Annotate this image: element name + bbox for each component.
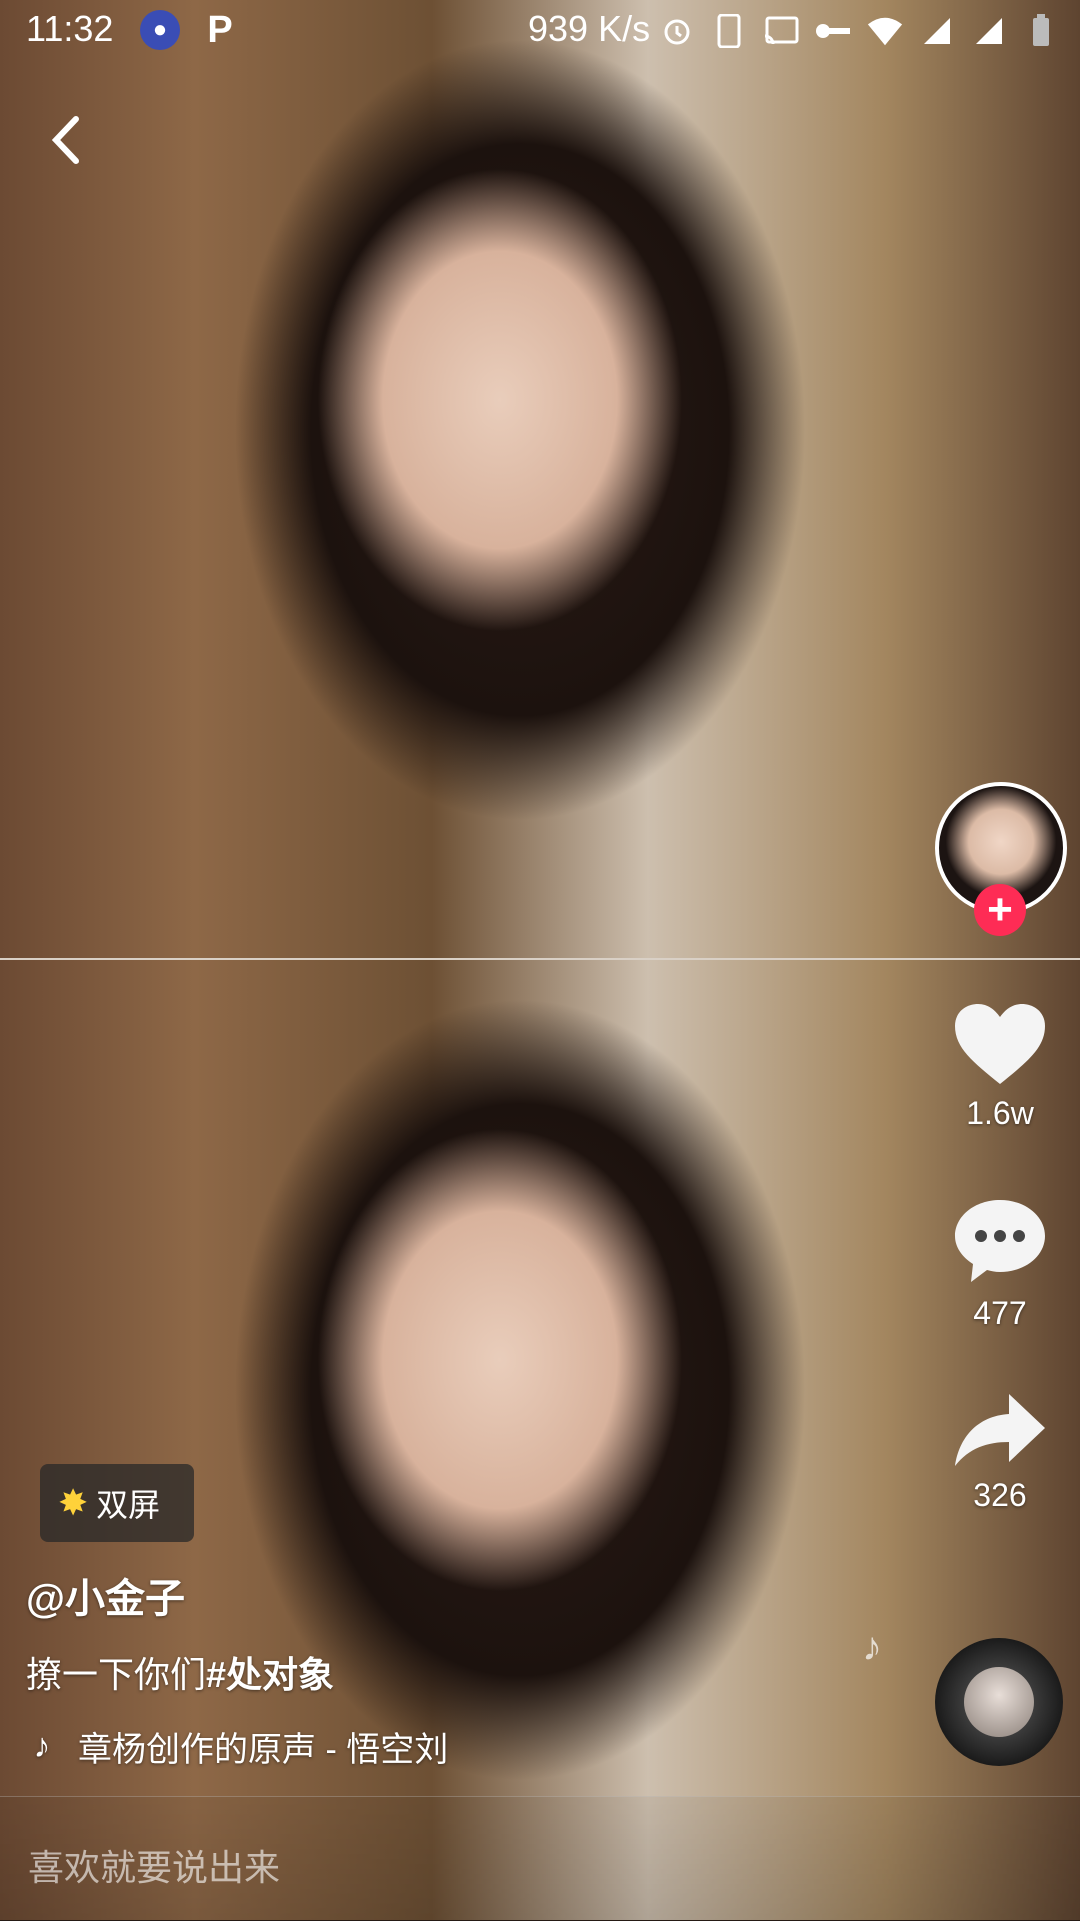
p-app-icon: P xyxy=(207,8,233,51)
status-time: 11:32 xyxy=(26,8,114,49)
comment-count: 477 xyxy=(973,1295,1027,1331)
signal-icon xyxy=(970,12,1008,50)
plus-icon: + xyxy=(987,885,1013,934)
comment-input-placeholder[interactable]: 喜欢就要说出来 xyxy=(28,1839,280,1891)
comment-button[interactable]: 477 xyxy=(940,1196,1060,1332)
duo-screen-button[interactable]: ✸ 双屏 xyxy=(40,1464,194,1542)
duo-screen-label: 双屏 xyxy=(96,1487,161,1523)
video-app-icon: ● xyxy=(140,10,180,50)
status-bar: 11:32 ● P 939 K/s xyxy=(0,0,1080,62)
comment-bar[interactable]: 喜欢就要说出来 xyxy=(0,1796,1080,1921)
signal-icon xyxy=(918,12,956,50)
alarm-icon xyxy=(658,12,696,50)
sparkle-icon: ✸ xyxy=(58,1482,89,1523)
follow-button[interactable]: + xyxy=(974,884,1026,936)
comment-icon xyxy=(955,1200,1045,1282)
battery-icon xyxy=(1022,12,1060,50)
network-speed: 939 K/s xyxy=(528,8,651,49)
music-cover xyxy=(964,1667,1034,1737)
key-icon xyxy=(814,12,852,50)
caption-text: 撩一下你们 xyxy=(26,1654,207,1695)
top-video-view[interactable] xyxy=(0,0,1080,958)
share-button[interactable]: 326 xyxy=(940,1392,1060,1514)
like-count: 1.6w xyxy=(966,1095,1034,1131)
post-caption: 撩一下你们#处对象 xyxy=(26,1646,334,1698)
chevron-left-icon xyxy=(51,116,79,164)
back-button[interactable] xyxy=(40,110,90,170)
status-icons xyxy=(658,12,1060,50)
like-button[interactable]: 1.6w xyxy=(940,1002,1060,1132)
music-title: 章杨创作的原声 - 悟空刘 xyxy=(78,1731,449,1769)
bottom-video-view[interactable] xyxy=(0,960,1080,1920)
music-disc[interactable] xyxy=(935,1638,1063,1766)
music-info[interactable]: ♪ 章杨创作的原声 - 悟空刘 xyxy=(26,1722,506,1771)
floating-music-note-icon: ♪ xyxy=(862,1625,882,1669)
heart-icon xyxy=(955,1004,1045,1084)
music-note-icon: ♪ xyxy=(33,1727,51,1765)
phone-icon xyxy=(710,12,748,50)
cast-icon xyxy=(762,12,800,50)
share-arrow-icon xyxy=(955,1394,1045,1466)
wifi-icon xyxy=(866,12,904,50)
creator-username[interactable]: @小金子 xyxy=(26,1566,185,1624)
hashtag-link[interactable]: #处对象 xyxy=(206,1654,334,1695)
share-count: 326 xyxy=(973,1477,1027,1513)
